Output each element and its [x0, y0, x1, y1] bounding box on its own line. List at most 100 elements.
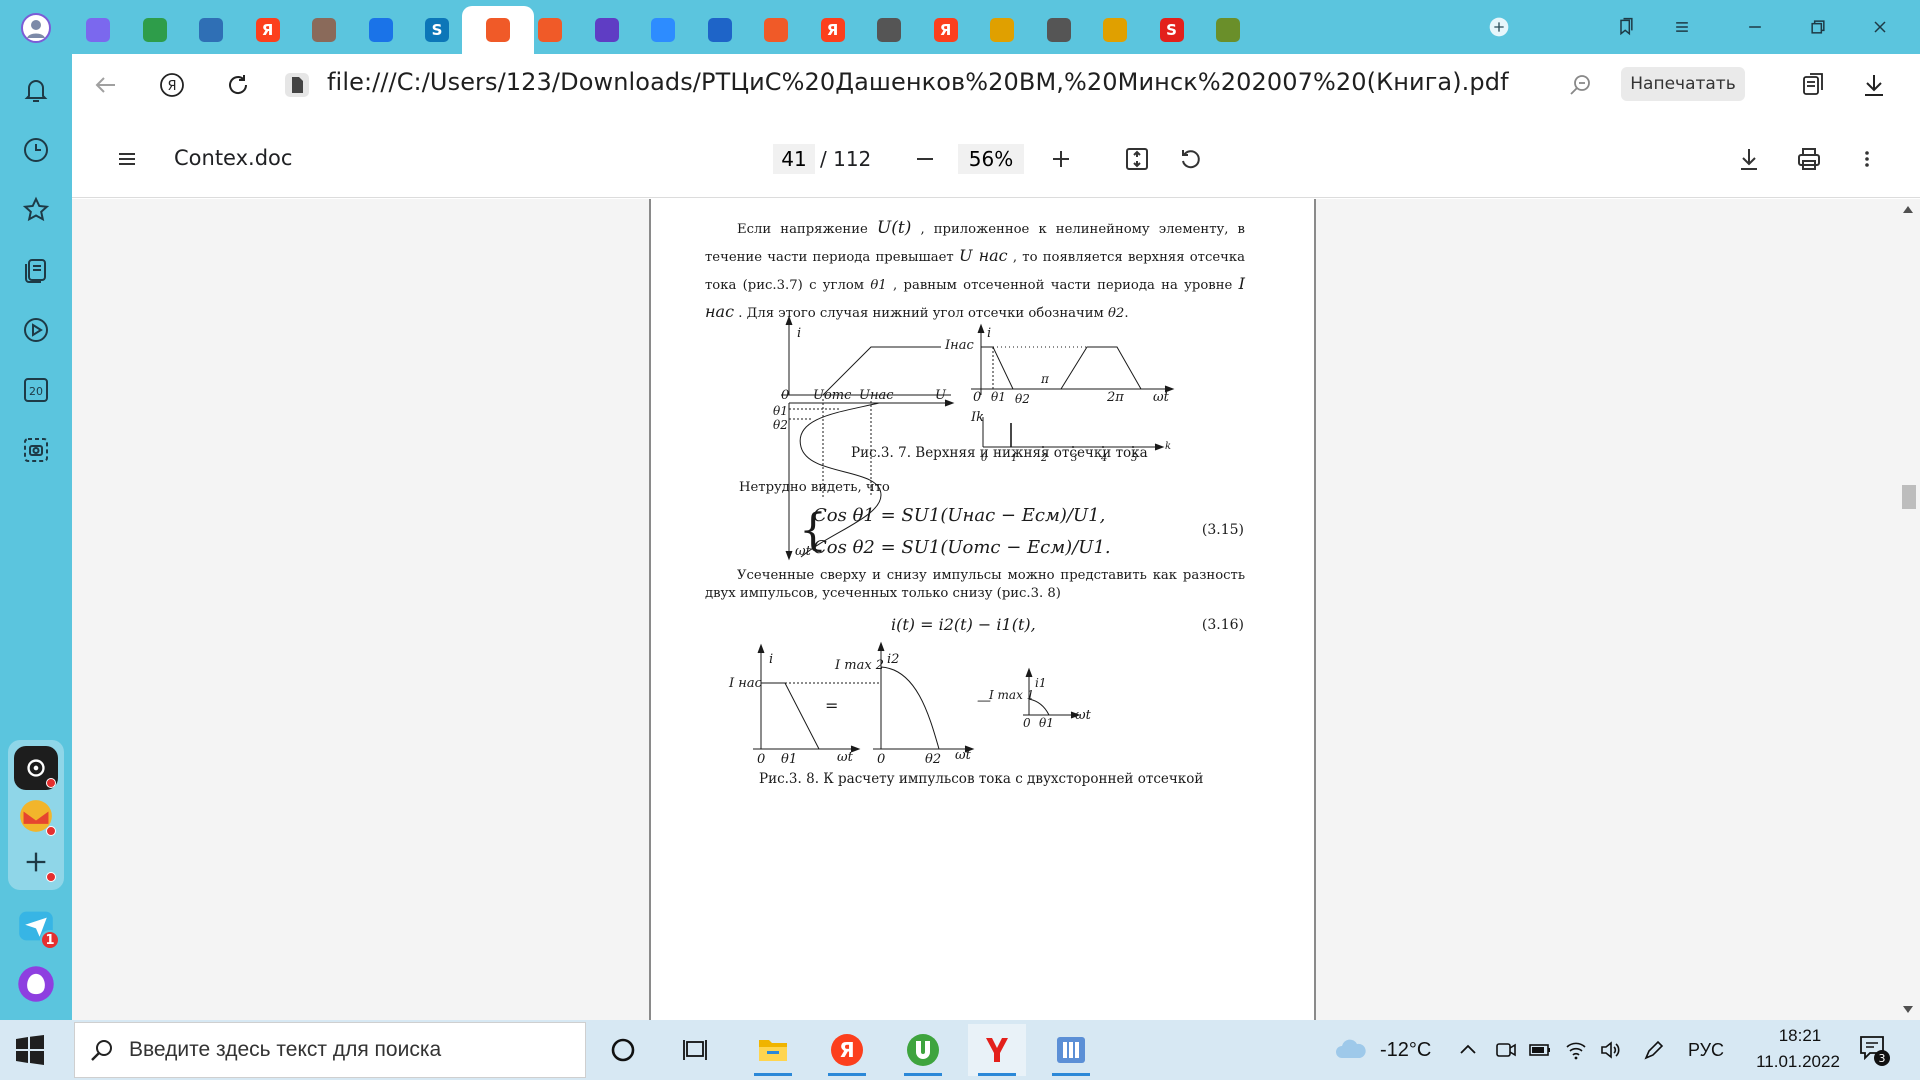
restore-window-icon[interactable]	[1790, 8, 1846, 46]
figure-3-8-caption: Рис.3. 8. К расчету импульсов тока с дву…	[759, 771, 1204, 787]
pdf-menu-hamburger-icon[interactable]	[108, 140, 146, 178]
reload-icon[interactable]	[218, 65, 258, 105]
svg-text:i1: i1	[1035, 676, 1046, 690]
screenshot-camera-icon[interactable]	[14, 428, 58, 472]
browser-tab-3[interactable]	[183, 6, 239, 54]
notification-center-icon[interactable]: 3	[1858, 1034, 1890, 1066]
task-view-icon[interactable]	[666, 1024, 724, 1076]
chat-bubble-icon	[368, 18, 393, 42]
fit-page-icon[interactable]	[1118, 140, 1156, 178]
svg-text:0: 0	[1023, 716, 1031, 730]
zoom-out-minus-icon[interactable]	[906, 140, 944, 178]
browser-tab-6[interactable]	[353, 6, 409, 54]
browser-tab-15[interactable]	[861, 6, 917, 54]
rotate-icon[interactable]	[1172, 140, 1210, 178]
pen-ink-icon[interactable]	[1642, 1038, 1666, 1062]
clock-time[interactable]: 18:21	[1764, 1026, 1836, 1046]
scrollbar-thumb[interactable]	[1902, 485, 1916, 509]
vk-groups-icon	[199, 18, 223, 42]
utorrent-taskbar-icon[interactable]	[894, 1024, 952, 1076]
browser-tab-11[interactable]	[635, 6, 691, 54]
pdf-viewer-area[interactable]: Если напряжение U(t) , приложенное к нел…	[72, 199, 1920, 1020]
browser-tab-7[interactable]: S	[409, 6, 465, 54]
zoom-icon	[651, 18, 675, 42]
windows-start-icon[interactable]	[14, 1034, 46, 1066]
mail-envelope-app-icon[interactable]	[14, 794, 58, 838]
battery-icon[interactable]	[1528, 1038, 1552, 1062]
weather-cloud-icon[interactable]	[1334, 1036, 1368, 1060]
tab-manager-icon[interactable]	[1598, 8, 1654, 46]
menu-hamburger-icon[interactable]	[1654, 8, 1710, 46]
browser-tab-5[interactable]	[296, 6, 352, 54]
svg-text:θ1: θ1	[991, 390, 1006, 404]
browser-tab-9[interactable]	[522, 6, 578, 54]
browser-tab-2[interactable]	[127, 6, 183, 54]
add-app-plus-icon[interactable]	[14, 840, 58, 884]
input-language[interactable]: РУС	[1688, 1040, 1724, 1061]
swoosh-icon	[707, 18, 732, 42]
svg-text:θ1: θ1	[1039, 716, 1054, 730]
svg-text:Ik: Ik	[970, 410, 984, 425]
svg-text:i: i	[769, 652, 773, 667]
pdf-print-icon[interactable]	[1790, 140, 1828, 178]
meet-now-camera-icon[interactable]	[1494, 1038, 1518, 1062]
downloads-arrow-icon[interactable]	[1854, 65, 1894, 105]
svg-text:π: π	[1040, 372, 1050, 386]
yandex-logo-icon[interactable]: Я	[152, 65, 192, 105]
reading-list-icon[interactable]	[1794, 65, 1834, 105]
browser-tab-18[interactable]	[1031, 6, 1087, 54]
svg-text:Я: Я	[839, 1038, 854, 1062]
messenger-app-icon[interactable]: 1	[14, 904, 60, 950]
pdf-download-icon[interactable]	[1730, 140, 1768, 178]
cortana-circle-icon[interactable]	[594, 1024, 652, 1076]
more-options-icon[interactable]	[1848, 140, 1886, 178]
zoom-search-icon[interactable]	[1560, 65, 1600, 105]
collections-cards-icon[interactable]	[14, 248, 58, 292]
notifications-bell-icon[interactable]	[14, 68, 58, 112]
browser-tab-14[interactable]: Я	[805, 6, 861, 54]
file-explorer-taskbar-icon[interactable]	[744, 1024, 802, 1076]
taskbar-search-box[interactable]: Введите здесь текст для поиска	[74, 1022, 586, 1078]
bookmarks-star-icon[interactable]	[14, 188, 58, 232]
zoom-in-plus-icon[interactable]	[1042, 140, 1080, 178]
tray-chevron-up-icon[interactable]	[1456, 1038, 1480, 1062]
history-clock-icon[interactable]	[14, 128, 58, 172]
calendar-20-icon[interactable]: 20	[14, 368, 58, 412]
browser-tab-13[interactable]	[748, 6, 804, 54]
url-text[interactable]: file:///C:/Users/123/Downloads/РТЦиС%20Д…	[327, 68, 1509, 96]
weather-temperature[interactable]: -12°C	[1380, 1039, 1431, 1062]
minimize-window-icon[interactable]	[1727, 8, 1783, 46]
browser-tab-17[interactable]	[974, 6, 1030, 54]
vertical-scrollbar[interactable]	[1896, 199, 1920, 1020]
clock-date[interactable]: 11.01.2022	[1742, 1052, 1854, 1072]
print-page-button[interactable]: Напечатать	[1621, 67, 1745, 101]
browser-tab-10[interactable]	[579, 6, 635, 54]
browser-tab-16[interactable]: Я	[918, 6, 974, 54]
back-arrow-icon[interactable]	[86, 65, 126, 105]
browser-tab-20[interactable]: S	[1144, 6, 1200, 54]
volume-speaker-icon[interactable]	[1598, 1038, 1622, 1062]
svg-text:—: —	[977, 693, 991, 709]
video-play-icon[interactable]	[14, 308, 58, 352]
alice-assistant-icon[interactable]	[14, 962, 58, 1006]
browser-tab-4[interactable]: Я	[240, 6, 296, 54]
yandex-browser-taskbar-icon[interactable]: Я	[818, 1024, 876, 1076]
close-window-icon[interactable]	[1852, 8, 1908, 46]
browser-tab-1[interactable]	[70, 6, 126, 54]
alice-station-app-icon[interactable]	[14, 746, 58, 790]
profile-avatar-icon[interactable]	[14, 6, 58, 50]
yandex-y-taskbar-icon[interactable]	[968, 1024, 1026, 1076]
blank-doc-icon	[1046, 18, 1071, 42]
browser-tab-19[interactable]	[1087, 6, 1143, 54]
page-number-input[interactable]: 41	[773, 144, 815, 174]
svg-text:i2: i2	[887, 652, 899, 667]
browser-tab-21[interactable]	[1200, 6, 1256, 54]
zoom-level-input[interactable]: 56%	[958, 144, 1024, 174]
yandex-icon: Я	[933, 18, 958, 42]
book-reader-taskbar-icon[interactable]	[1042, 1024, 1100, 1076]
svg-text:I max 1: I max 1	[988, 688, 1034, 702]
new-tab-button[interactable]	[1471, 8, 1527, 46]
wifi-signal-icon[interactable]	[1564, 1038, 1588, 1062]
browser-tab-12[interactable]	[692, 6, 748, 54]
svg-text:ωt: ωt	[1153, 390, 1170, 405]
